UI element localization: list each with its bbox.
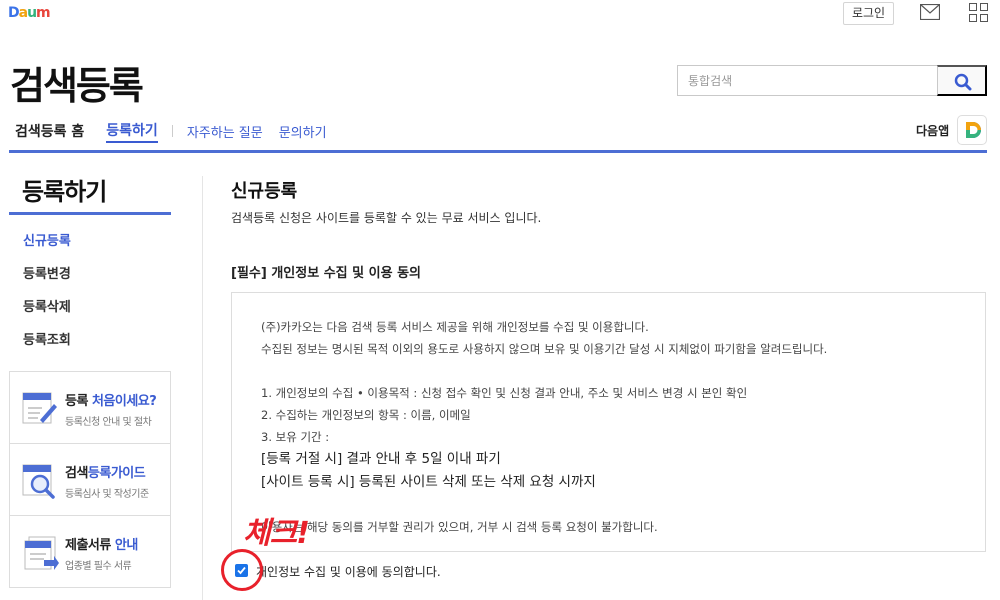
global-nav: 검색등록 홈 등록하기 자주하는 질문 문의하기 [15, 120, 343, 143]
guide-title-highlight: 처음이세요? [91, 394, 157, 409]
terms-line: 1. 개인정보의 수집 • 이용목적 : 신청 접수 확인 및 신청 결과 안내… [261, 386, 748, 400]
daum-app-link[interactable]: 다음앱 [916, 122, 949, 139]
lnb-menu: 신규등록 등록변경 등록삭제 등록조회 [23, 230, 71, 362]
guide-title-prefix: 제출서류 [65, 538, 115, 553]
guide-desc: 등록심사 및 작성기준 [65, 489, 149, 500]
column-divider [202, 176, 203, 600]
search-button[interactable] [937, 65, 987, 96]
nav-register[interactable]: 등록하기 [106, 120, 158, 143]
lnb-item-delete[interactable]: 등록삭제 [23, 296, 71, 329]
guide-desc: 업종별 필수 서류 [65, 561, 132, 572]
guide-desc: 등록신청 안내 및 절차 [65, 417, 152, 428]
guide-registration[interactable]: 검색등록가이드 등록심사 및 작성기준 [10, 444, 170, 516]
guide-box: 등록 처음이세요? 등록신청 안내 및 절차 검색등록가이드 등록심사 및 작성… [9, 371, 171, 588]
search-box [677, 65, 987, 96]
edit-document-icon [20, 390, 60, 428]
terms-box[interactable]: (주)카카오는 다음 검색 등록 서비스 제공을 위해 개인정보를 수집 및 이… [231, 292, 986, 552]
terms-line: 3. 보유 기간 : [261, 430, 330, 444]
daum-logo[interactable]: Daum [8, 3, 52, 25]
guide-title-prefix: 등록 [65, 394, 92, 409]
lnb-title: 등록하기 [22, 178, 107, 206]
top-bar: Daum 로그인 [0, 0, 1000, 30]
guide-first-time[interactable]: 등록 처음이세요? 등록신청 안내 및 절차 [10, 372, 170, 444]
terms-line: (주)카카오는 다음 검색 등록 서비스 제공을 위해 개인정보를 수집 및 이… [261, 320, 649, 334]
consent-title: [필수] 개인정보 수집 및 이용 동의 [231, 266, 421, 281]
terms-line-emphasis: [사이트 등록 시] 등록된 사이트 삭제 또는 삭제 요청 시까지 [261, 474, 596, 490]
lnb-item-lookup[interactable]: 등록조회 [23, 329, 71, 362]
terms-line: 2. 수집하는 개인정보의 항목 : 이름, 이메일 [261, 408, 471, 422]
agree-label[interactable]: 개인정보 수집 및 이용에 동의합니다. [256, 563, 441, 580]
guide-title-highlight: 등록가이드 [87, 466, 146, 481]
lnb-item-change[interactable]: 등록변경 [23, 263, 71, 296]
terms-line-emphasis: [등록 거절 시] 결과 안내 후 5일 이내 파기 [261, 451, 501, 467]
terms-line: 이용자는 해당 동의를 거부할 권리가 있으며, 거부 시 검색 등록 요청이 … [261, 520, 658, 534]
mail-icon[interactable] [919, 3, 941, 21]
service-title[interactable]: 검색등록 [10, 55, 144, 110]
daum-app-icon[interactable] [957, 115, 987, 145]
apps-grid-icon[interactable] [969, 3, 988, 22]
nav-faq[interactable]: 자주하는 질문 [187, 122, 263, 141]
annotation-circle [221, 549, 263, 591]
login-button[interactable]: 로그인 [843, 2, 894, 25]
svg-text:Daum: Daum [8, 5, 50, 21]
content-title: 신규등록 [231, 181, 298, 202]
lnb-divider [9, 212, 171, 215]
guide-title-prefix: 검색 [65, 466, 88, 481]
magnifier-document-icon [20, 462, 60, 500]
nav-inquiry[interactable]: 문의하기 [279, 122, 327, 141]
annotation-text: 체크! [243, 516, 310, 551]
document-stack-icon [20, 534, 60, 572]
lnb-item-new[interactable]: 신규등록 [23, 230, 71, 263]
search-icon [954, 73, 972, 91]
search-input[interactable] [678, 66, 937, 95]
terms-line: 수집된 정보는 명시된 목적 이외의 용도로 사용하지 않으며 보유 및 이용기… [261, 342, 828, 356]
content-description: 검색등록 신청은 사이트를 등록할 수 있는 무료 서비스 입니다. [231, 211, 542, 225]
header-divider [9, 150, 987, 153]
guide-title-highlight: 안내 [114, 538, 138, 553]
nav-divider [171, 125, 173, 137]
guide-documents[interactable]: 제출서류 안내 업종별 필수 서류 [10, 516, 170, 588]
nav-home[interactable]: 검색등록 홈 [15, 121, 84, 141]
